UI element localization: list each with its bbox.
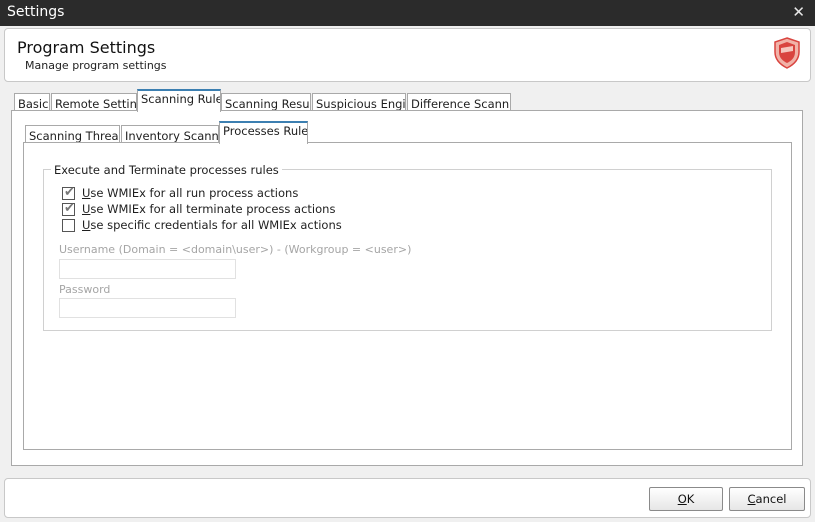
tab-scanning-rules[interactable]: Scanning Rules xyxy=(137,89,221,112)
subtab-processes-rules[interactable]: Processes Rules xyxy=(219,121,308,144)
tab-label: Remote Settings xyxy=(55,97,137,111)
checkbox-box[interactable] xyxy=(62,219,75,232)
window-title: Settings xyxy=(7,4,65,20)
close-icon[interactable]: ✕ xyxy=(792,3,805,21)
shield-icon xyxy=(774,37,800,69)
cancel-button[interactable]: Cancel xyxy=(729,487,805,511)
tab-label: Scanning Results xyxy=(225,97,310,111)
page-title: Program Settings xyxy=(17,38,156,57)
username-label: Username (Domain = <domain\user>) - (Wor… xyxy=(59,243,412,256)
checkbox-box[interactable]: ✔ xyxy=(62,201,75,216)
title-bar: Settings ✕ xyxy=(0,0,815,26)
header-panel: Program Settings Manage program settings xyxy=(4,28,811,82)
username-input[interactable] xyxy=(59,259,236,279)
tab-label: Processes Rules xyxy=(223,124,308,138)
checkbox-box[interactable]: ✔ xyxy=(62,185,75,200)
tab-label: Difference Scanning xyxy=(411,97,510,111)
group-title: Execute and Terminate processes rules xyxy=(51,163,282,177)
tab-label: Basic xyxy=(18,97,49,111)
ok-button[interactable]: OK xyxy=(649,487,723,511)
tab-label: Inventory Scanning xyxy=(125,129,219,143)
checkbox-label: Use WMIEx for all run process actions xyxy=(82,186,299,200)
checkbox-label: Use specific credentials for all WMIEx a… xyxy=(82,218,342,232)
checkmark-icon: ✔ xyxy=(64,201,75,216)
checkmark-icon: ✔ xyxy=(64,185,75,200)
checkbox-label: Use WMIEx for all terminate process acti… xyxy=(82,202,336,216)
password-input[interactable] xyxy=(59,298,236,318)
page-subtitle: Manage program settings xyxy=(25,59,167,72)
tab-label: Scanning Threads xyxy=(29,129,119,143)
password-label: Password xyxy=(59,283,111,296)
tab-label: Suspicious Engine xyxy=(316,97,406,111)
tab-label: Scanning Rules xyxy=(141,92,221,106)
